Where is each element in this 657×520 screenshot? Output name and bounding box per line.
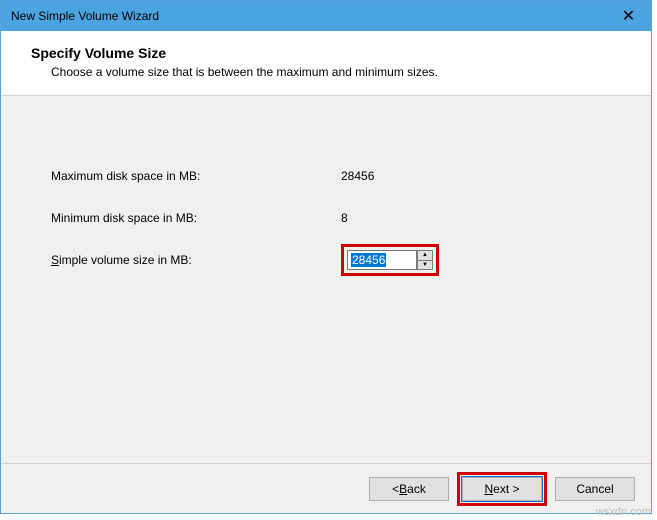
min-disk-value: 8 <box>341 211 348 225</box>
volume-size-label: Simple volume size in MB: <box>51 253 341 267</box>
close-icon: ✕ <box>622 6 635 26</box>
chevron-up-icon: ▲ <box>422 252 428 258</box>
page-subtitle: Choose a volume size that is between the… <box>31 65 651 79</box>
chevron-down-icon: ▼ <box>422 262 428 268</box>
close-button[interactable]: ✕ <box>606 1 651 31</box>
max-disk-label: Maximum disk space in MB: <box>51 169 341 183</box>
max-disk-value: 28456 <box>341 169 374 183</box>
volume-size-highlight: 28456 ▲ ▼ <box>341 244 439 276</box>
volume-size-label-text: imple volume size in MB: <box>59 253 192 267</box>
spin-up-button[interactable]: ▲ <box>417 250 433 260</box>
max-disk-row: Maximum disk space in MB: 28456 <box>51 166 601 186</box>
wizard-window: New Simple Volume Wizard ✕ Specify Volum… <box>0 0 652 514</box>
next-button-highlight: Next > <box>457 472 547 506</box>
back-button-post: ack <box>407 482 426 496</box>
min-disk-label: Minimum disk space in MB: <box>51 211 341 225</box>
next-button-post: ext > <box>493 482 519 496</box>
content-area: Maximum disk space in MB: 28456 Minimum … <box>1 96 651 463</box>
volume-size-input-value: 28456 <box>351 253 386 267</box>
back-button-pre: < <box>392 482 399 496</box>
watermark: wsxdn.com <box>596 506 651 518</box>
min-disk-row: Minimum disk space in MB: 8 <box>51 208 601 228</box>
next-button[interactable]: Next > <box>462 477 542 501</box>
titlebar: New Simple Volume Wizard ✕ <box>1 1 651 31</box>
volume-size-input[interactable]: 28456 <box>347 250 417 270</box>
mnemonic-s: S <box>51 253 59 267</box>
page-title: Specify Volume Size <box>31 45 651 61</box>
mnemonic-b: B <box>399 482 407 496</box>
cancel-button[interactable]: Cancel <box>555 477 635 501</box>
button-bar: < Back Next > Cancel <box>1 463 651 513</box>
spinner-buttons: ▲ ▼ <box>417 250 433 270</box>
window-title: New Simple Volume Wizard <box>11 9 159 23</box>
volume-size-row: Simple volume size in MB: 28456 ▲ ▼ <box>51 250 601 270</box>
wizard-header: Specify Volume Size Choose a volume size… <box>1 31 651 96</box>
back-button[interactable]: < Back <box>369 477 449 501</box>
mnemonic-n: N <box>484 482 493 496</box>
spin-down-button[interactable]: ▼ <box>417 260 433 271</box>
